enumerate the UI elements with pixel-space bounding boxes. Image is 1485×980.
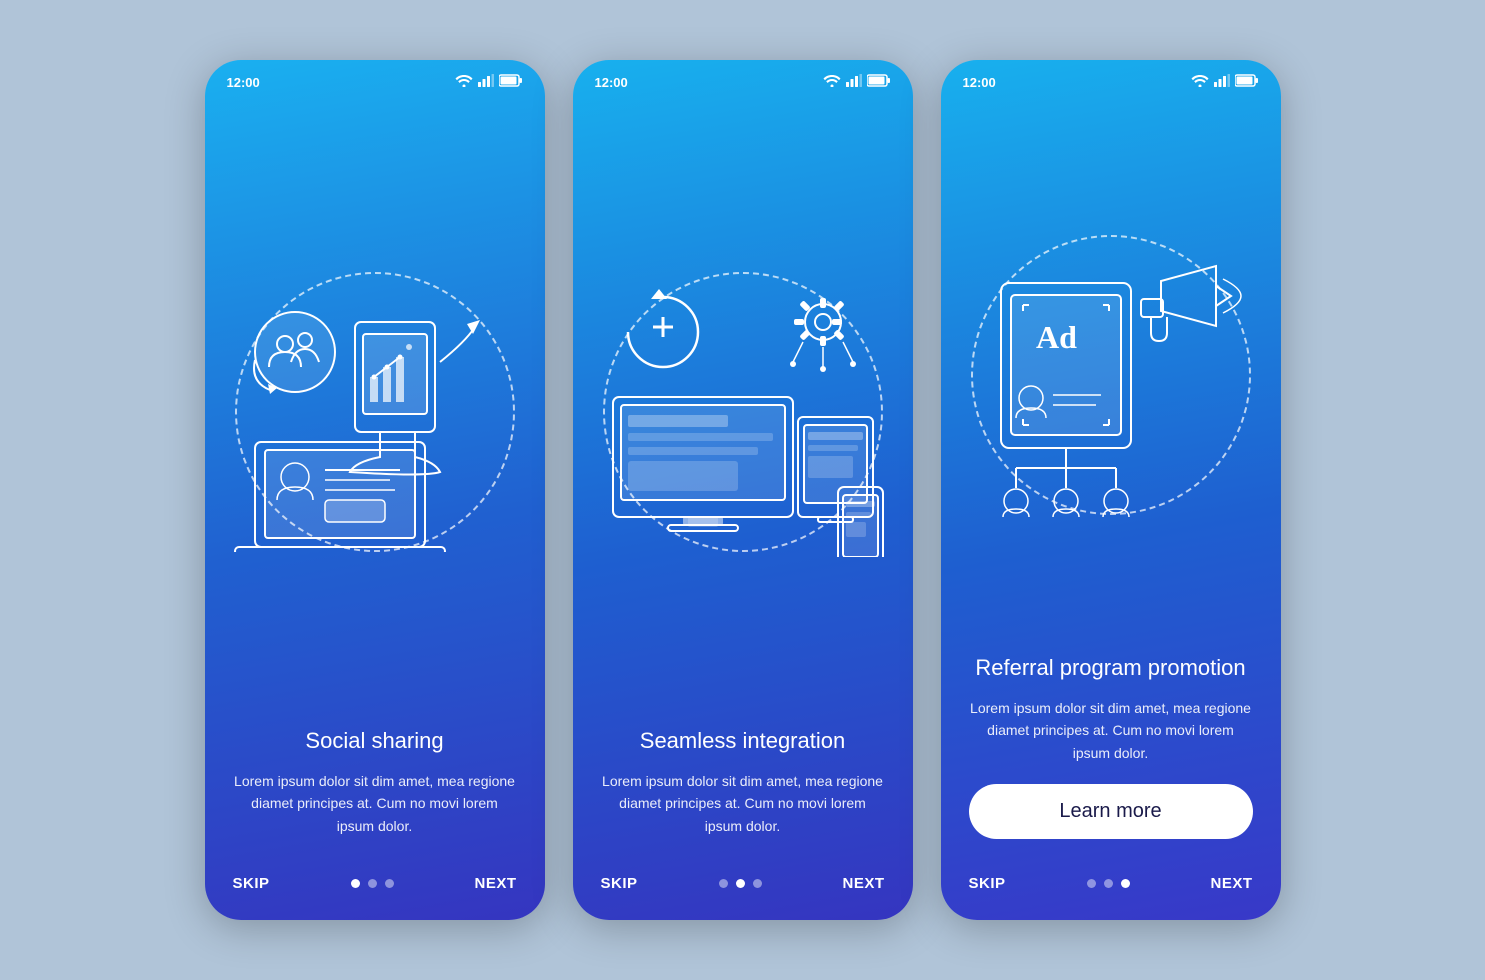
time-2: 12:00 <box>595 75 628 90</box>
nav-bar-1: SKIP NEXT <box>205 857 545 920</box>
dot-1-2 <box>368 879 377 888</box>
dot-1-1 <box>351 879 360 888</box>
skip-button-2[interactable]: SKIP <box>601 875 638 892</box>
title-3: Referral program promotion <box>969 654 1253 683</box>
content-area-3: Referral program promotion Lorem ipsum d… <box>941 654 1281 857</box>
screen-referral-program: 12:00 <box>941 60 1281 920</box>
status-icons-3 <box>1191 74 1259 90</box>
status-bar-1: 12:00 <box>205 60 545 96</box>
time-1: 12:00 <box>227 75 260 90</box>
status-icons-1 <box>455 74 523 90</box>
nav-bar-3: SKIP NEXT <box>941 857 1281 920</box>
screen-social-sharing: 12:00 <box>205 60 545 920</box>
dot-2-2 <box>736 879 745 888</box>
dashed-circle-3 <box>971 235 1251 515</box>
screen-seamless-integration: 12:00 <box>573 60 913 920</box>
battery-icon-2 <box>867 74 891 90</box>
dots-3 <box>1087 879 1130 888</box>
dots-1 <box>351 879 394 888</box>
content-area-2: Seamless integration Lorem ipsum dolor s… <box>573 727 913 857</box>
time-3: 12:00 <box>963 75 996 90</box>
next-button-2[interactable]: NEXT <box>842 875 884 892</box>
battery-icon-3 <box>1235 74 1259 90</box>
status-bar-3: 12:00 <box>941 60 1281 96</box>
next-button-1[interactable]: NEXT <box>474 875 516 892</box>
content-area-1: Social sharing Lorem ipsum dolor sit dim… <box>205 727 545 857</box>
signal-icon-2 <box>846 74 862 90</box>
desc-1: Lorem ipsum dolor sit dim amet, mea regi… <box>233 770 517 837</box>
illustration-seamless <box>573 96 913 727</box>
dots-2 <box>719 879 762 888</box>
next-button-3[interactable]: NEXT <box>1210 875 1252 892</box>
dashed-circle-1 <box>235 272 515 552</box>
learn-more-button[interactable]: Learn more <box>969 784 1253 839</box>
status-bar-2: 12:00 <box>573 60 913 96</box>
illustration-referral: Ad <box>941 96 1281 654</box>
status-icons-2 <box>823 74 891 90</box>
title-1: Social sharing <box>233 727 517 756</box>
dot-3-1 <box>1087 879 1096 888</box>
wifi-icon-2 <box>823 74 841 90</box>
title-2: Seamless integration <box>601 727 885 756</box>
dot-3-3 <box>1121 879 1130 888</box>
dot-1-3 <box>385 879 394 888</box>
desc-2: Lorem ipsum dolor sit dim amet, mea regi… <box>601 770 885 837</box>
signal-icon-3 <box>1214 74 1230 90</box>
desc-3: Lorem ipsum dolor sit dim amet, mea regi… <box>969 697 1253 764</box>
wifi-icon-3 <box>1191 74 1209 90</box>
battery-icon <box>499 74 523 90</box>
skip-button-1[interactable]: SKIP <box>233 875 270 892</box>
wifi-icon <box>455 74 473 90</box>
screens-container: 12:00 <box>205 60 1281 920</box>
dashed-circle-2 <box>603 272 883 552</box>
signal-icon <box>478 74 494 90</box>
dot-2-1 <box>719 879 728 888</box>
skip-button-3[interactable]: SKIP <box>969 875 1006 892</box>
dot-3-2 <box>1104 879 1113 888</box>
nav-bar-2: SKIP NEXT <box>573 857 913 920</box>
dot-2-3 <box>753 879 762 888</box>
illustration-social-sharing <box>205 96 545 727</box>
